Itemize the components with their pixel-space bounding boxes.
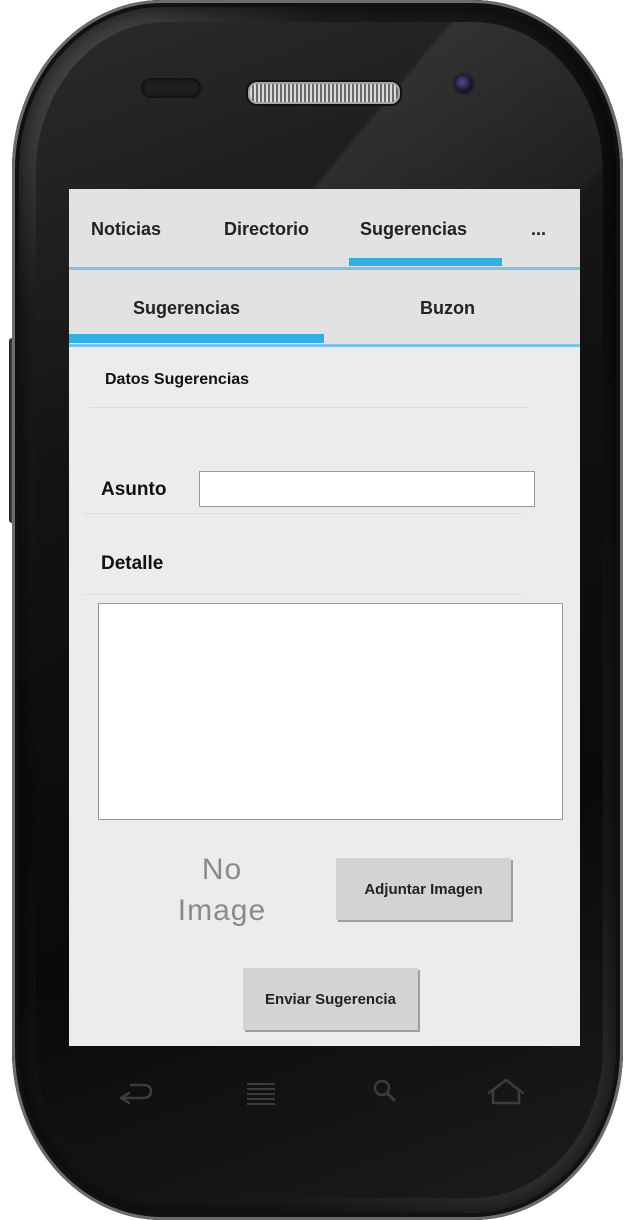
section-divider bbox=[89, 407, 529, 408]
tab-sugerencias[interactable]: Sugerencias bbox=[360, 219, 467, 240]
sub-tabbar: Sugerencias Buzon bbox=[69, 270, 580, 347]
active-subtab-indicator bbox=[69, 334, 324, 343]
front-camera bbox=[455, 75, 473, 93]
app-screen: Noticias Directorio Sugerencias ... Suge… bbox=[69, 189, 580, 1046]
no-image-line2: Image bbox=[177, 894, 267, 927]
tab-directorio[interactable]: Directorio bbox=[224, 219, 309, 240]
home-icon[interactable] bbox=[481, 1060, 531, 1130]
tab-noticias[interactable]: Noticias bbox=[91, 219, 161, 240]
submit-suggestion-button[interactable]: Enviar Sugerencia bbox=[243, 968, 418, 1030]
detalle-divider bbox=[83, 594, 523, 595]
proximity-sensor bbox=[141, 78, 201, 98]
main-tabbar: Noticias Directorio Sugerencias ... bbox=[69, 189, 580, 270]
image-placeholder: No Image bbox=[167, 849, 277, 931]
section-title: Datos Sugerencias bbox=[105, 371, 250, 388]
detalle-textarea[interactable] bbox=[98, 603, 563, 820]
search-icon[interactable] bbox=[365, 1060, 405, 1130]
no-image-line1: No bbox=[201, 853, 243, 886]
asunto-input[interactable] bbox=[199, 471, 535, 507]
asunto-label: Asunto bbox=[101, 479, 167, 500]
detalle-label: Detalle bbox=[101, 553, 164, 574]
menu-icon[interactable] bbox=[241, 1060, 281, 1130]
subtab-sugerencias[interactable]: Sugerencias bbox=[133, 298, 240, 319]
back-icon[interactable] bbox=[111, 1060, 161, 1130]
tab-more[interactable]: ... bbox=[531, 219, 546, 240]
attach-image-button[interactable]: Adjuntar Imagen bbox=[336, 858, 511, 920]
active-tab-indicator bbox=[349, 258, 502, 266]
asunto-divider bbox=[83, 513, 523, 514]
android-navbar bbox=[69, 1060, 580, 1140]
earpiece-speaker bbox=[248, 82, 400, 104]
subtab-buzon[interactable]: Buzon bbox=[420, 298, 475, 319]
